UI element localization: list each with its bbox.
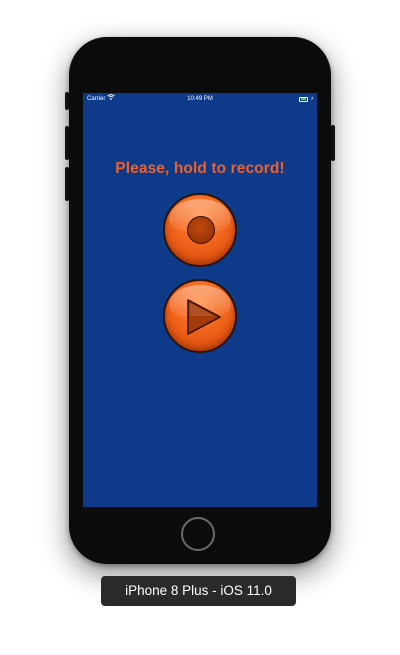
charging-bolt-icon: ⚡	[310, 96, 314, 102]
home-button[interactable]	[181, 517, 215, 551]
power-button[interactable]	[331, 125, 335, 161]
record-icon	[187, 216, 215, 244]
play-icon	[187, 299, 221, 335]
device-label: iPhone 8 Plus - iOS 11.0	[101, 576, 296, 606]
simulator-stage: Carrier 10:49 PM ⚡ Please, hold to recor…	[0, 0, 400, 655]
status-time: 10:49 PM	[187, 96, 213, 102]
record-button[interactable]	[163, 193, 237, 267]
play-button[interactable]	[163, 279, 237, 353]
status-bar: Carrier 10:49 PM ⚡	[83, 93, 317, 105]
app-screen: Carrier 10:49 PM ⚡ Please, hold to recor…	[83, 93, 317, 507]
status-right: ⚡	[299, 96, 314, 102]
battery-icon	[299, 96, 309, 102]
page-title: Please, hold to record!	[115, 160, 285, 177]
